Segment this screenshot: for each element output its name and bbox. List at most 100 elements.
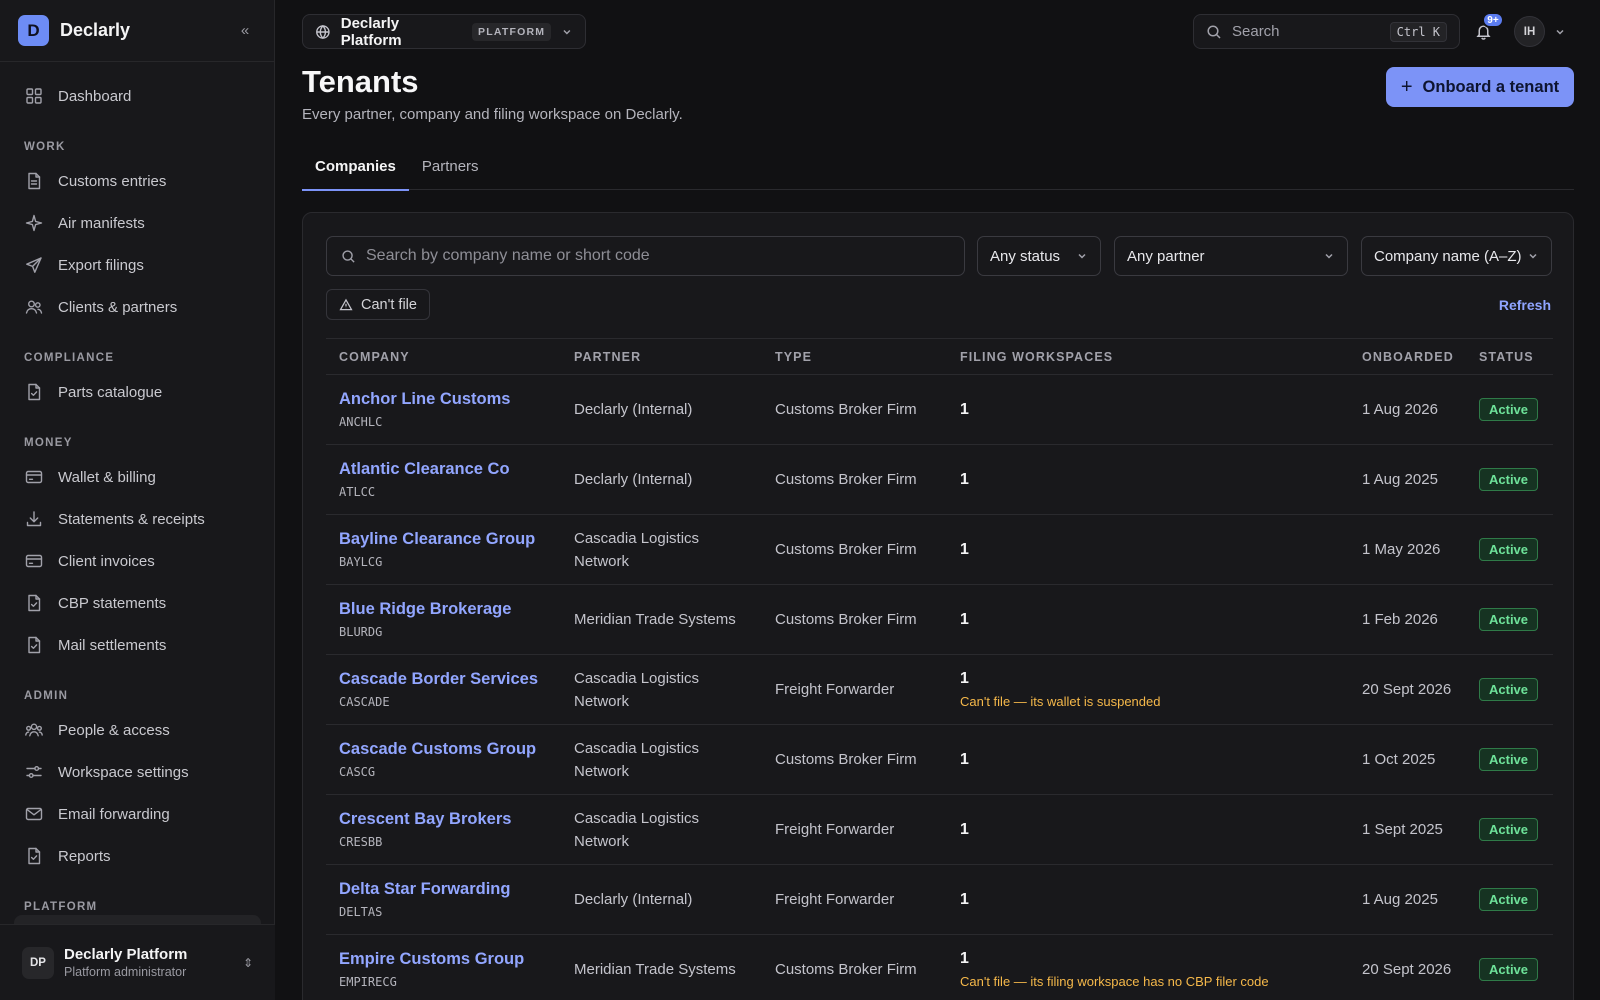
filing-workspaces-cell: 1 Can't file — its wallet is suspended — [960, 670, 1160, 709]
sidebar-item-mail-settlements[interactable]: Mail settlements — [0, 624, 274, 666]
onboarded-cell: 20 Sept 2026 — [1362, 961, 1452, 978]
workspace-badge: PLATFORM — [472, 22, 552, 41]
sidebar-item-air-manifests[interactable]: Air manifests — [0, 202, 274, 244]
sidebar-item-label: Export filings — [58, 256, 144, 274]
credit-card-icon — [24, 467, 44, 487]
sidebar-item-workspace-settings[interactable]: Workspace settings — [0, 751, 274, 793]
company-name-link[interactable]: Bayline Clearance Group — [339, 530, 535, 549]
company-search-input[interactable] — [366, 247, 950, 265]
table-row[interactable]: Empire Customs Group EMPIRECG Meridian T… — [326, 935, 1553, 1000]
filing-workspaces-cell: 1 — [960, 751, 969, 769]
tab-companies[interactable]: Companies — [302, 150, 409, 191]
global-search[interactable]: Search Ctrl K — [1193, 14, 1460, 49]
tab-partners[interactable]: Partners — [409, 150, 492, 190]
status-cell: Active — [1479, 958, 1539, 981]
sidebar-item-label: People & access — [58, 721, 170, 739]
company-name-link[interactable]: Blue Ridge Brokerage — [339, 600, 511, 619]
sidebar-item-label: Email forwarding — [58, 805, 170, 823]
account-switcher[interactable]: DP Declarly Platform Platform administra… — [0, 924, 275, 1000]
filing-workspace-count: 1 — [960, 670, 969, 687]
table-row[interactable]: Anchor Line Customs ANCHLC Declarly (Int… — [326, 375, 1553, 445]
table-row[interactable]: Cascade Customs Group CASCG Cascadia Log… — [326, 725, 1553, 795]
partner-cell: Declarly (Internal) — [574, 471, 693, 488]
table-row[interactable]: Blue Ridge Brokerage BLURDG Meridian Tra… — [326, 585, 1553, 655]
status-cell: Active — [1479, 748, 1539, 771]
company-cell: Delta Star Forwarding DELTAS — [339, 880, 510, 919]
onboarded-cell: 1 Oct 2025 — [1362, 751, 1436, 768]
sidebar: D Declarly « Dashboard WORK Customs entri… — [0, 0, 275, 1000]
type-cell: Customs Broker Firm — [775, 961, 917, 978]
column-header-partner[interactable]: PARTNER — [574, 350, 744, 364]
table-row[interactable]: Bayline Clearance Group BAYLCG Cascadia … — [326, 515, 1553, 585]
user-avatar[interactable]: IH — [1514, 16, 1545, 47]
type-cell: Freight Forwarder — [775, 681, 895, 698]
sidebar-item-clients-and-partners[interactable]: Clients & partners — [0, 286, 274, 328]
sidebar-item-cbp-statements[interactable]: CBP statements — [0, 582, 274, 624]
company-name-link[interactable]: Anchor Line Customs — [339, 390, 510, 409]
column-header-status[interactable]: STATUS — [1479, 350, 1534, 364]
status-badge: Active — [1479, 398, 1539, 421]
partner-cell: Meridian Trade Systems — [574, 611, 736, 628]
chevron-up-down-icon[interactable]: ⇕ — [243, 956, 253, 970]
company-name-link[interactable]: Atlantic Clearance Co — [339, 460, 510, 479]
filing-workspace-count: 1 — [960, 950, 969, 967]
company-cell: Anchor Line Customs ANCHLC — [339, 390, 510, 429]
warning-triangle-icon — [339, 298, 353, 310]
sidebar-item-wallet-and-billing[interactable]: Wallet & billing — [0, 456, 274, 498]
company-name-link[interactable]: Empire Customs Group — [339, 950, 524, 969]
sidebar-item-reports[interactable]: Reports — [0, 835, 274, 877]
sidebar-item-people-and-access[interactable]: People & access — [0, 709, 274, 751]
column-header-onboarded[interactable]: ONBOARDED — [1362, 350, 1453, 364]
sidebar-item-label: Parts catalogue — [58, 383, 163, 401]
company-cell: Crescent Bay Brokers CRESBB — [339, 810, 511, 849]
status-cell: Active — [1479, 888, 1539, 911]
onboard-tenant-button[interactable]: + Onboard a tenant — [1386, 67, 1574, 107]
sort-select[interactable]: Company name (A–Z) — [1361, 236, 1552, 276]
workspace-switcher[interactable]: Declarly Platform PLATFORM — [302, 14, 586, 49]
partner-filter[interactable]: Any partner — [1114, 236, 1348, 276]
table-row[interactable]: Crescent Bay Brokers CRESBB Cascadia Log… — [326, 795, 1553, 865]
company-short-code: CASCG — [339, 765, 376, 779]
column-header-company[interactable]: COMPANY — [339, 350, 410, 364]
status-cell: Active — [1479, 818, 1539, 841]
column-header-type[interactable]: TYPE — [775, 350, 812, 364]
chevron-down-icon[interactable] — [1554, 26, 1566, 38]
company-name-link[interactable]: Cascade Border Services — [339, 670, 538, 689]
document-check-icon — [24, 846, 44, 866]
column-header-filing-workspaces[interactable]: FILING WORKSPACES — [960, 350, 1113, 364]
company-name-link[interactable]: Delta Star Forwarding — [339, 880, 510, 899]
sliders-icon — [24, 762, 44, 782]
sidebar-item-customs-entries[interactable]: Customs entries — [0, 160, 274, 202]
sidebar-item-export-filings[interactable]: Export filings — [0, 244, 274, 286]
tenants-table: COMPANY PARTNER TYPE FILING WORKSPACES O… — [326, 338, 1553, 1000]
document-icon — [24, 171, 44, 191]
company-name-link[interactable]: Cascade Customs Group — [339, 740, 536, 759]
sidebar-item-client-invoices[interactable]: Client invoices — [0, 540, 274, 582]
company-cell: Empire Customs Group EMPIRECG — [339, 950, 524, 989]
sidebar-item-label: Workspace settings — [58, 763, 189, 781]
filing-workspace-count: 1 — [960, 610, 969, 628]
filing-workspaces-cell: 1 Can't file — its filing workspace has … — [960, 950, 1269, 989]
cant-file-filter-chip[interactable]: Can't file — [326, 289, 430, 320]
refresh-link[interactable]: Refresh — [1499, 297, 1551, 313]
filing-workspaces-cell: 1 — [960, 541, 969, 559]
sidebar-item-statements-and-receipts[interactable]: Statements & receipts — [0, 498, 274, 540]
filing-workspaces-cell: 1 — [960, 611, 969, 629]
filing-workspaces-cell: 1 — [960, 401, 969, 419]
brand-name: Declarly — [60, 20, 131, 40]
sidebar-item-parts-catalogue[interactable]: Parts catalogue — [0, 371, 274, 413]
company-short-code: EMPIRECG — [339, 975, 397, 989]
sidebar-item-email-forwarding[interactable]: Email forwarding — [0, 793, 274, 835]
double-chevron-left-icon[interactable]: « — [234, 20, 256, 42]
status-filter[interactable]: Any status — [977, 236, 1101, 276]
table-row[interactable]: Atlantic Clearance Co ATLCC Declarly (In… — [326, 445, 1553, 515]
status-cell: Active — [1479, 538, 1539, 561]
company-search[interactable] — [326, 236, 965, 276]
company-name-link[interactable]: Crescent Bay Brokers — [339, 810, 511, 829]
table-row[interactable]: Cascade Border Services CASCADE Cascadia… — [326, 655, 1553, 725]
table-row[interactable]: Delta Star Forwarding DELTAS Declarly (I… — [326, 865, 1553, 935]
mail-icon — [24, 804, 44, 824]
filing-workspaces-cell: 1 — [960, 821, 969, 839]
sidebar-item-dashboard[interactable]: Dashboard — [0, 75, 274, 117]
table-header: COMPANY PARTNER TYPE FILING WORKSPACES O… — [326, 338, 1553, 375]
